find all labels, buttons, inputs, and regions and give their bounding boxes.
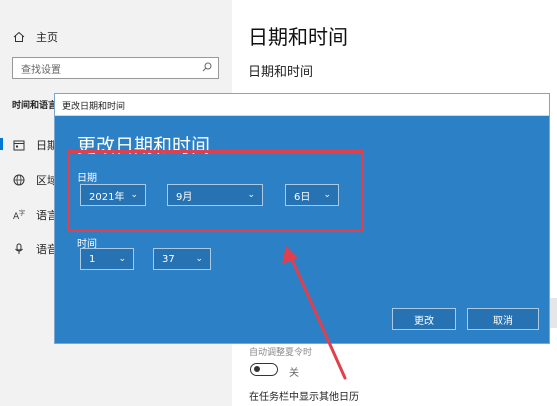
minute-select[interactable]: 37 ⌄ bbox=[153, 248, 211, 270]
dialog-window-title: 更改日期和时间 bbox=[62, 102, 126, 112]
nav-home[interactable]: 主页 bbox=[12, 29, 58, 45]
sidebar-item-language[interactable]: A字 语言 bbox=[12, 207, 58, 223]
toggle-knob bbox=[254, 366, 260, 372]
svg-text:字: 字 bbox=[19, 209, 25, 217]
cancel-button[interactable]: 取消 bbox=[467, 308, 539, 330]
minute-value: 37 bbox=[162, 253, 175, 265]
search-input[interactable]: 查找设置 bbox=[12, 57, 219, 79]
hour-value: 1 bbox=[89, 253, 96, 265]
dst-toggle[interactable] bbox=[250, 363, 278, 376]
selection-indicator bbox=[0, 138, 3, 150]
home-icon bbox=[12, 30, 26, 44]
hour-select[interactable]: 1 ⌄ bbox=[80, 248, 134, 270]
search-icon bbox=[202, 62, 212, 75]
microphone-icon bbox=[12, 242, 26, 256]
chevron-down-icon: ⌄ bbox=[195, 254, 203, 264]
sidebar-item-date[interactable]: 日期 bbox=[12, 137, 58, 153]
language-icon: A字 bbox=[12, 208, 26, 222]
search-placeholder: 查找设置 bbox=[21, 64, 61, 76]
chevron-down-icon: ⌄ bbox=[118, 254, 126, 264]
calendar-icon bbox=[12, 138, 26, 152]
dst-toggle-label: 自动调整夏令时 bbox=[249, 348, 313, 358]
annotation-highlight-box bbox=[67, 150, 364, 232]
section-label: 时间和语言 bbox=[12, 101, 58, 111]
globe-icon bbox=[12, 173, 26, 187]
dialog-titlebar[interactable]: 更改日期和时间 bbox=[55, 94, 549, 116]
page-subtitle: 日期和时间 bbox=[248, 65, 314, 80]
sidebar-item-speech[interactable]: 语音 bbox=[12, 241, 58, 257]
nav-home-label: 主页 bbox=[36, 31, 58, 44]
change-button[interactable]: 更改 bbox=[392, 308, 456, 330]
extra-calendar-label: 在任务栏中显示其他日历 bbox=[249, 392, 359, 403]
page-title: 日期和时间 bbox=[248, 25, 348, 49]
toggle-state: 关 bbox=[289, 368, 299, 379]
sidebar-item-region[interactable]: 区域 bbox=[12, 172, 58, 188]
